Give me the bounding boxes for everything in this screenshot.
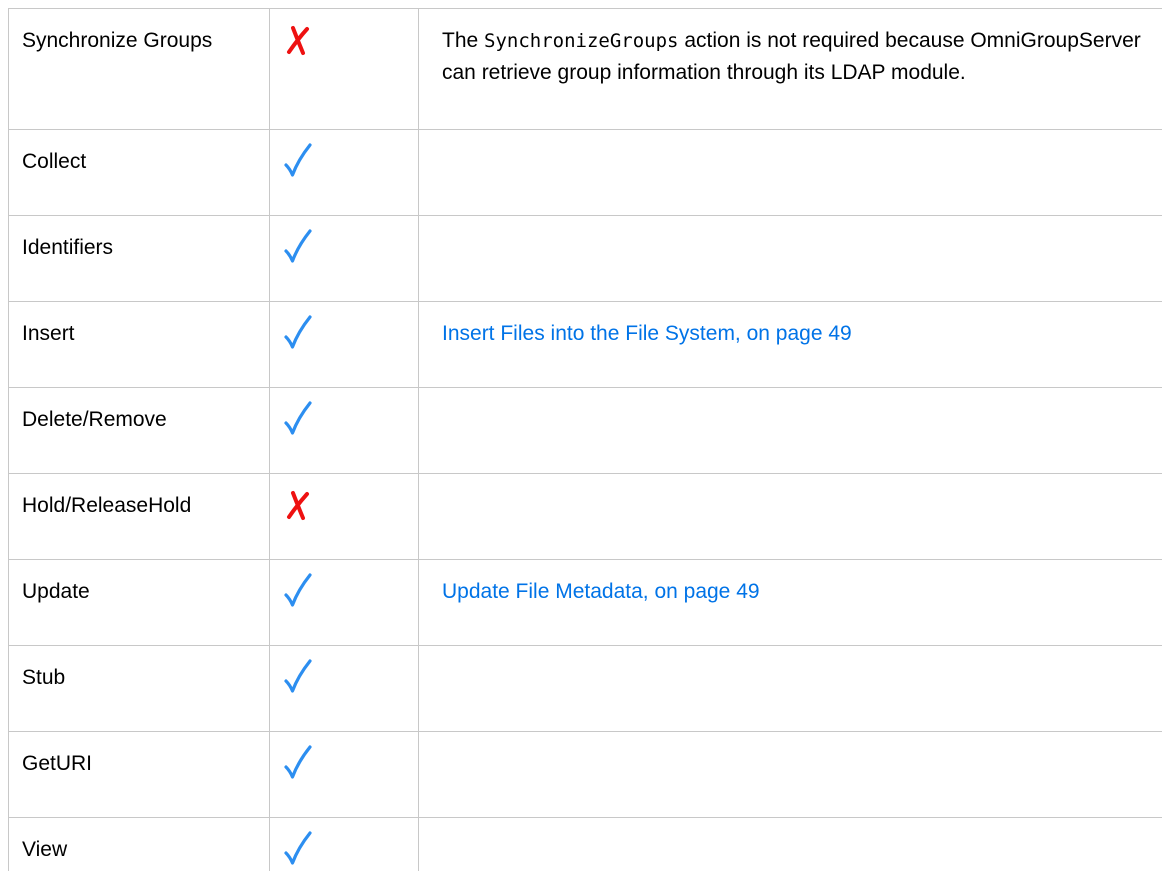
note-cell — [418, 473, 1162, 560]
action-name: Stub — [22, 666, 66, 689]
check-icon — [283, 142, 313, 182]
code-literal: SynchronizeGroups — [484, 30, 679, 52]
action-name-cell: Insert — [8, 301, 270, 388]
support-cell — [269, 731, 419, 818]
check-icon — [283, 744, 313, 784]
action-name-cell: Identifiers — [8, 215, 270, 302]
action-name-cell: GetURI — [8, 731, 270, 818]
support-cell — [269, 129, 419, 216]
note-cell — [418, 215, 1162, 302]
insert-files-link[interactable]: Insert Files into the File System, on pa… — [442, 322, 852, 345]
note-cell — [418, 731, 1162, 818]
note-cell — [418, 129, 1162, 216]
check-icon — [283, 228, 313, 268]
action-name-cell: Hold/ReleaseHold — [8, 473, 270, 560]
table-row: Insert Insert Files into the File System… — [8, 301, 1162, 388]
action-name-cell: Delete/Remove — [8, 387, 270, 474]
action-name-cell: Stub — [8, 645, 270, 732]
note-cell — [418, 387, 1162, 474]
action-name: Delete/Remove — [22, 408, 167, 431]
note-cell — [418, 645, 1162, 732]
action-name-cell: View — [8, 817, 270, 871]
action-name-cell: Collect — [8, 129, 270, 216]
note-text: The SynchronizeGroups action is not requ… — [442, 29, 1141, 84]
action-name: Collect — [22, 150, 87, 173]
support-cell — [269, 645, 419, 732]
support-cell — [269, 215, 419, 302]
table-row: Collect — [8, 129, 1162, 216]
note-cell: Insert Files into the File System, on pa… — [418, 301, 1162, 388]
action-name: Update — [22, 580, 90, 603]
support-cell — [269, 817, 419, 871]
cross-icon — [283, 21, 313, 61]
check-icon — [283, 314, 313, 354]
table-row: Stub — [8, 645, 1162, 732]
table-row: Synchronize Groups The SynchronizeGroups… — [8, 8, 1162, 130]
action-name: Hold/ReleaseHold — [22, 494, 192, 517]
check-icon — [283, 658, 313, 698]
check-icon — [283, 400, 313, 440]
support-cell — [269, 8, 419, 130]
action-name: Insert — [22, 322, 75, 345]
check-icon — [283, 572, 313, 612]
note-cell: The SynchronizeGroups action is not requ… — [418, 8, 1162, 130]
action-name: View — [22, 838, 68, 861]
note-cell — [418, 817, 1162, 871]
table-row: Hold/ReleaseHold — [8, 473, 1162, 560]
check-icon — [283, 830, 313, 870]
table-row: Identifiers — [8, 215, 1162, 302]
actions-support-table: Synchronize Groups The SynchronizeGroups… — [8, 8, 1162, 871]
action-name-cell: Update — [8, 559, 270, 646]
action-name: Synchronize Groups — [22, 29, 213, 52]
table-row: View — [8, 817, 1162, 871]
table-row: Update Update File Metadata, on page 49 — [8, 559, 1162, 646]
action-name: Identifiers — [22, 236, 114, 259]
note-cell: Update File Metadata, on page 49 — [418, 559, 1162, 646]
document-page: Synchronize Groups The SynchronizeGroups… — [0, 0, 1162, 871]
action-name-cell: Synchronize Groups — [8, 8, 270, 130]
table-row: GetURI — [8, 731, 1162, 818]
support-cell — [269, 473, 419, 560]
support-cell — [269, 301, 419, 388]
support-cell — [269, 387, 419, 474]
action-name: GetURI — [22, 752, 93, 775]
cross-icon — [283, 486, 313, 526]
support-cell — [269, 559, 419, 646]
update-metadata-link[interactable]: Update File Metadata, on page 49 — [442, 580, 760, 603]
table-row: Delete/Remove — [8, 387, 1162, 474]
